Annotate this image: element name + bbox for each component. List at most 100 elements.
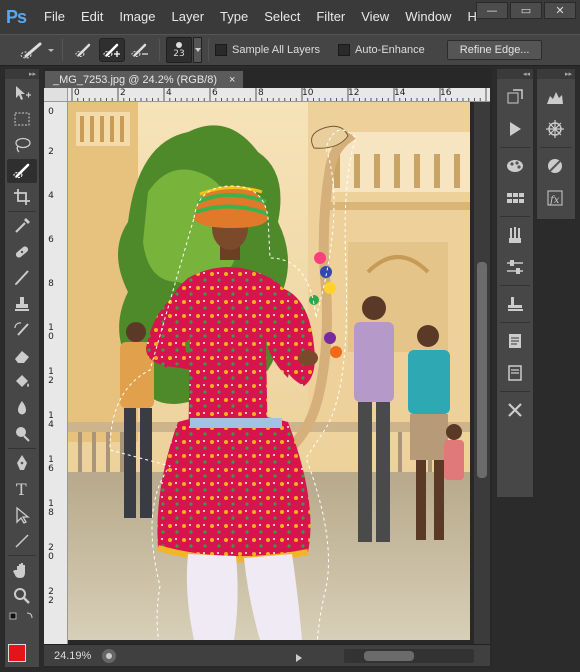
lasso-tool[interactable] (7, 133, 37, 157)
menu-image[interactable]: Image (111, 0, 163, 34)
tools-panel: ▸▸ T (4, 68, 40, 668)
line-tool[interactable] (7, 529, 37, 553)
swatches-panel-button[interactable] (499, 184, 531, 212)
add-to-selection-button[interactable] (99, 38, 125, 62)
collapse-dock-icon[interactable]: ◂◂ (497, 69, 533, 79)
document-tab[interactable]: _MG_7253.jpg @ 24.2% (RGB/8) × (44, 70, 245, 89)
marquee-tool[interactable] (7, 107, 37, 131)
eraser-tool[interactable] (7, 344, 37, 368)
vertical-scrollbar[interactable] (474, 102, 490, 654)
ruler-origin[interactable] (44, 88, 68, 102)
brush-icon (15, 270, 29, 285)
close-tab-icon[interactable]: × (229, 71, 235, 89)
ruler-label: 2 (120, 88, 126, 98)
lasso-icon (15, 137, 31, 153)
adjustments-panel-icon (507, 260, 523, 274)
quick-selection-tool[interactable] (7, 159, 37, 183)
collapse-toolbar-icon[interactable]: ▸▸ (5, 69, 39, 79)
menu-file[interactable]: File (36, 0, 73, 34)
clone-source-panel-button[interactable] (499, 290, 531, 318)
color-panel-button[interactable] (499, 152, 531, 180)
blur-tool[interactable] (7, 396, 37, 420)
separator (500, 285, 530, 286)
brush-size-picker[interactable]: 23 (166, 37, 192, 63)
status-menu-arrow[interactable] (296, 651, 302, 665)
horizontal-ruler[interactable]: 0 2 4 6 8 10 12 14 16 (68, 88, 490, 102)
color-swatches[interactable] (8, 644, 36, 668)
menu-edit[interactable]: Edit (73, 0, 111, 34)
menu-type[interactable]: Type (212, 0, 256, 34)
hand-tool[interactable] (7, 558, 37, 582)
zoom-level[interactable]: 24.19% (54, 650, 94, 662)
actions-panel-button[interactable] (499, 115, 531, 143)
refine-edge-button[interactable]: Refine Edge... (446, 40, 543, 60)
spot-healing-tool[interactable] (7, 240, 37, 264)
separator (540, 147, 572, 148)
styles-panel-button[interactable]: fx (539, 184, 571, 212)
collapse-dock-icon[interactable]: ▸▸ (537, 69, 575, 79)
navigator-panel-button[interactable] (539, 115, 571, 143)
notes-panel-button[interactable] (499, 327, 531, 355)
ruler-label: 6 (48, 235, 54, 245)
brush-presets-panel-button[interactable] (499, 221, 531, 249)
menu-view[interactable]: View (353, 0, 397, 34)
menu-filter[interactable]: Filter (308, 0, 353, 34)
swap-colors-control[interactable] (7, 610, 37, 624)
adjustments-panel-button[interactable] (499, 253, 531, 281)
hand-icon (13, 563, 25, 578)
vertical-ruler[interactable]: 0 2 4 6 8 10 12 14 16 18 20 22 (44, 102, 68, 652)
masks-panel-button[interactable] (539, 152, 571, 180)
history-brush-tool[interactable] (7, 318, 37, 342)
history-panel-button[interactable] (499, 83, 531, 111)
menu-select[interactable]: Select (256, 0, 308, 34)
histogram-panel-icon (547, 92, 563, 104)
vertical-scroll-thumb[interactable] (477, 262, 487, 478)
minimize-button[interactable]: — (476, 2, 508, 19)
maximize-button[interactable]: ▭ (510, 2, 542, 19)
type-icon: T (16, 480, 27, 499)
document-info-menu[interactable] (102, 648, 116, 663)
ruler-label: 2 (48, 147, 54, 157)
foreground-color-swatch[interactable] (8, 644, 26, 662)
subtract-from-selection-button[interactable] (127, 38, 153, 62)
clone-stamp-tool[interactable] (7, 292, 37, 316)
sample-all-layers-label: Sample All Layers (232, 44, 321, 56)
sample-all-layers-checkbox[interactable] (215, 44, 227, 56)
ruler-label: 0 (74, 88, 80, 98)
ruler-label: 16 (48, 455, 54, 474)
chevron-right-icon (296, 654, 302, 662)
paragraph-panel-icon (508, 365, 522, 381)
histogram-panel-button[interactable] (539, 83, 571, 111)
path-selection-tool[interactable] (7, 503, 37, 527)
horizontal-scroll-thumb[interactable] (364, 651, 414, 661)
type-tool[interactable]: T (7, 477, 37, 501)
auto-enhance-checkbox[interactable] (338, 44, 351, 56)
paint-bucket-icon (16, 375, 29, 387)
brush-tool[interactable] (7, 266, 37, 290)
menu-window[interactable]: Window (397, 0, 459, 34)
ruler-label: 14 (48, 411, 54, 430)
dodge-tool[interactable] (7, 422, 37, 446)
masks-panel-icon (548, 159, 562, 173)
menu-layer[interactable]: Layer (164, 0, 213, 34)
separator (500, 147, 530, 148)
horizontal-scrollbar[interactable] (344, 649, 474, 663)
pen-tool[interactable] (7, 451, 37, 475)
image-canvas[interactable] (68, 102, 470, 640)
crop-tool[interactable] (7, 185, 37, 209)
zoom-tool[interactable] (7, 584, 37, 608)
ruler-label: 4 (48, 191, 54, 201)
clone-source-panel-icon (508, 297, 523, 311)
marquee-icon (14, 112, 30, 126)
eyedropper-tool[interactable] (7, 214, 37, 238)
tool-preset-picker[interactable] (16, 38, 56, 62)
ruler-label: 10 (302, 88, 314, 98)
move-tool[interactable] (7, 81, 37, 105)
brush-picker-dropdown[interactable] (193, 37, 202, 63)
paragraph-panel-button[interactable] (499, 359, 531, 387)
new-selection-mode-button[interactable] (71, 38, 97, 62)
close-button[interactable]: ✕ (544, 2, 576, 19)
document-title: _MG_7253.jpg @ 24.2% (RGB/8) (53, 74, 218, 86)
tool-presets-panel-button[interactable] (499, 396, 531, 424)
paint-bucket-tool[interactable] (7, 370, 37, 394)
